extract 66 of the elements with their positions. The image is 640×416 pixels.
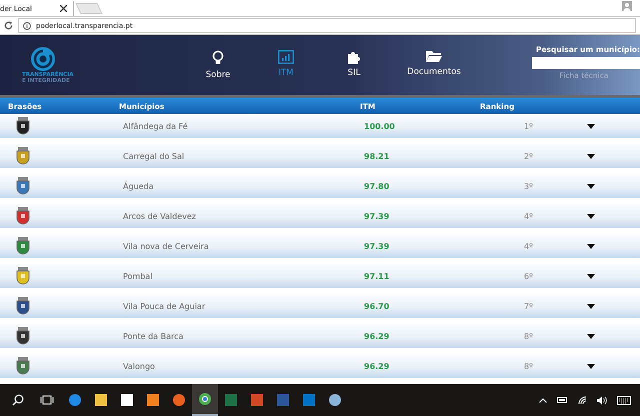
itm-score: 97.39 [363,212,390,220]
caret-icon[interactable] [587,154,595,158]
municipality-name: Ponte da Barca [122,332,184,340]
table-row[interactable]: Pombal 97.11 6º [0,264,640,288]
nav-item[interactable]: SIL [320,50,388,80]
municipality-name: Carregal do Sal [122,152,186,160]
table-row[interactable]: Águeda 97.80 3º [0,174,640,198]
caret-icon[interactable] [587,334,595,338]
table-row[interactable]: Vila nova de Cerveira 97.39 4º [0,234,640,258]
table-row[interactable]: Ponte da Barca 96.29 8º [0,324,640,348]
taskbar-app-icon[interactable] [192,384,218,416]
table-row[interactable]: Valongo 96.29 8º [0,354,640,378]
itm-score: 97.11 [363,272,390,280]
task-view-icon[interactable] [40,395,54,405]
municipality-name: Vila nova de Cerveira [122,242,210,250]
itm-score: 96.70 [363,302,390,310]
nav-item[interactable]: ITM [252,50,320,80]
municipality-name: Arcos de Valdevez [122,212,197,220]
puzzle-icon [347,50,361,64]
volume-icon[interactable] [597,396,607,404]
chevron-up-icon[interactable] [539,398,547,402]
municipality-name: Pombal [122,272,154,280]
ranking: 8º [523,332,534,340]
search-icon[interactable] [12,394,24,406]
nav-item[interactable]: Sobre [184,50,252,80]
ranking: 7º [523,302,534,310]
lightbulb-icon [212,50,224,66]
ranking: 4º [523,242,534,250]
ranking: 2º [523,152,534,160]
municipality-name: Vila Pouca de Aguiar [122,302,206,310]
municipality-name: Águeda [122,182,155,190]
table-row[interactable]: Arcos de Valdevez 97.39 4º [0,204,640,228]
ranking: 6º [523,272,534,280]
battery-icon[interactable] [557,397,568,403]
folder-icon [426,50,442,63]
close-icon[interactable] [60,5,67,12]
caret-icon[interactable] [587,124,595,128]
ranking: 8º [523,362,534,370]
itm-score: 96.29 [363,362,390,370]
caret-icon[interactable] [587,214,595,218]
ranking: 4º [523,212,534,220]
search-field[interactable] [532,57,640,69]
reload-icon[interactable] [4,21,13,30]
table-row[interactable]: Carregal do Sal 98.21 2º [0,144,640,168]
table-row[interactable]: Vila Pouca de Aguiar 96.70 7º [0,294,640,318]
bar-chart-icon [278,50,294,64]
wifi-icon[interactable] [578,396,587,404]
itm-score: 97.80 [363,182,390,190]
caret-icon[interactable] [587,274,595,278]
logo-icon [30,46,56,72]
table-row[interactable]: Alfândega da Fé 100.00 1º [0,114,640,138]
ranking: 1º [523,122,534,130]
municipality-name: Alfândega da Fé [122,122,189,130]
nav-item[interactable]: Documentos [394,50,474,80]
ranking: 3º [523,182,534,190]
caret-icon[interactable] [587,304,595,308]
keyboard-icon[interactable] [617,396,631,404]
itm-score: 100.00 [363,122,396,130]
caret-icon[interactable] [587,184,595,188]
municipality-name: Valongo [122,362,156,370]
caret-icon[interactable] [587,244,595,248]
itm-score: 98.21 [363,152,390,160]
caret-icon[interactable] [587,364,595,368]
info-icon [23,22,31,30]
itm-score: 96.29 [363,332,390,340]
itm-score: 97.39 [363,242,390,250]
